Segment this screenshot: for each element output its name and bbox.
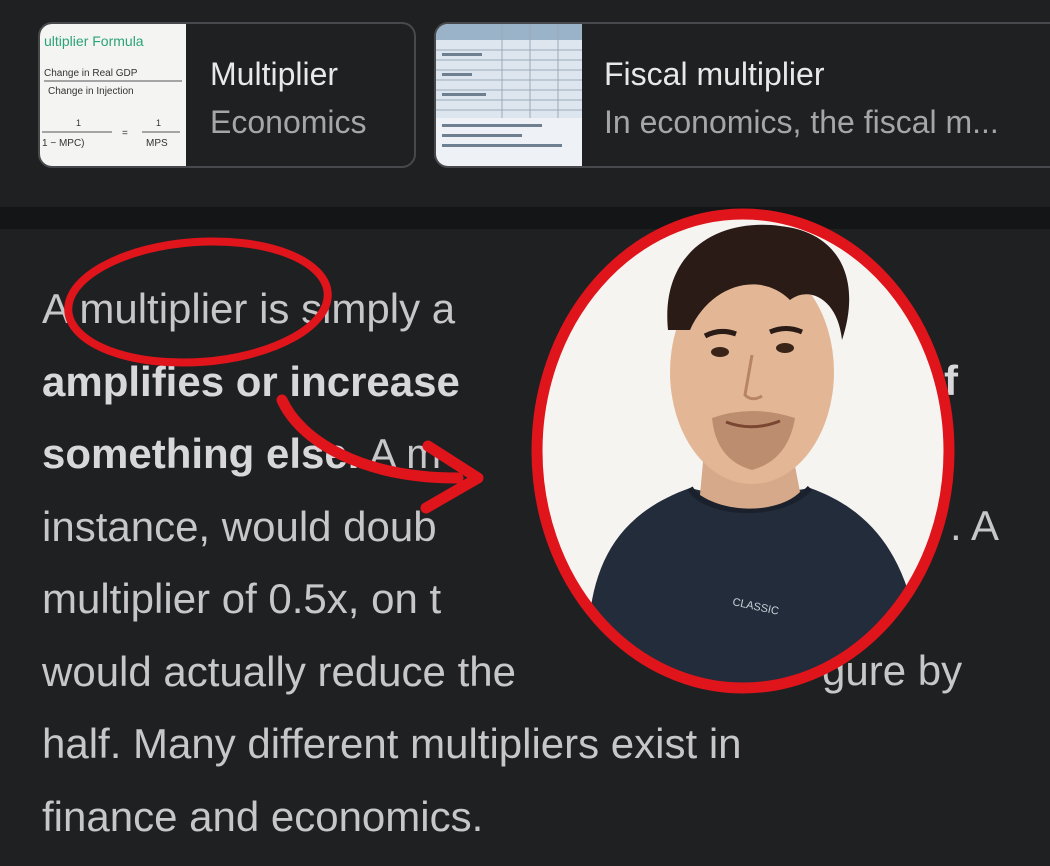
card-subtitle: Economics <box>210 104 367 140</box>
line-fragment-right: f <box>944 357 958 404</box>
text-line: instance, would doub <box>42 502 437 550</box>
definition-snippet: A multiplier is simply a amplifies or in… <box>0 229 1050 866</box>
text-line: half. Many different multipliers exist i… <box>42 720 742 767</box>
thumb-line1: Change in Real GDP <box>44 68 138 79</box>
thumb-line2: Change in Injection <box>48 86 134 97</box>
thumb-num1: 1 <box>76 118 81 128</box>
thumb-formula-right: MPS <box>146 138 168 149</box>
thumb-num2: 1 <box>156 118 161 128</box>
formula-thumbnail: ultiplier Formula Change in Real GDP Cha… <box>40 24 186 166</box>
text-line: amplifies or increase <box>42 357 460 405</box>
thumb-heading: ultiplier Formula <box>44 33 144 49</box>
line-fragment-right: gure by <box>822 647 963 694</box>
line-fragment-right: . A <box>950 502 1000 549</box>
card-subtitle: In economics, the fiscal m... <box>604 104 999 140</box>
card-title: Multiplier <box>210 56 339 92</box>
text-line: A multiplier is simply a <box>42 285 456 332</box>
definition-text: A multiplier is simply a amplifies or in… <box>42 273 1032 853</box>
table-thumbnail <box>436 24 582 166</box>
thumb-formula-left: 1 − MPC) <box>42 138 85 149</box>
result-card-fiscal-multiplier[interactable]: Fiscal multiplier In economics, the fisc… <box>434 22 1050 168</box>
text-line: multiplier of 0.5x, on t <box>42 575 442 622</box>
section-divider <box>0 207 1050 229</box>
text-line: finance and economics. <box>42 792 484 840</box>
result-card-multiplier[interactable]: ultiplier Formula Change in Real GDP Cha… <box>38 22 416 168</box>
results-carousel: ultiplier Formula Change in Real GDP Cha… <box>0 0 1050 208</box>
card-title: Fiscal multiplier <box>604 56 825 92</box>
text-line: something else. A m <box>42 430 442 477</box>
svg-text:=: = <box>122 128 128 139</box>
